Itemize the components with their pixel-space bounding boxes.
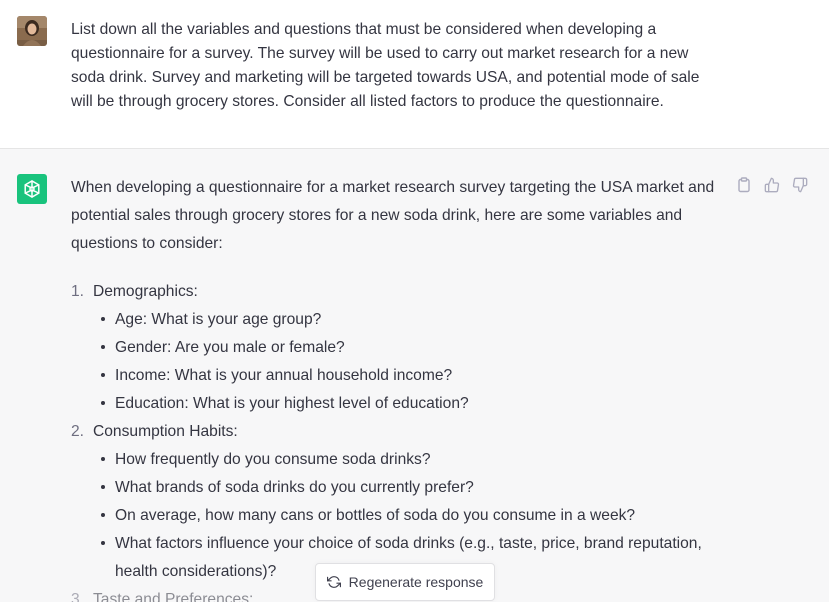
refresh-icon [326, 576, 341, 588]
reply-intro: When developing a questionnaire for a ma… [71, 179, 715, 252]
user-avatar-photo [17, 16, 47, 46]
copy-button[interactable] [735, 176, 753, 194]
list-item: On average, how many cans or bottles of … [71, 502, 731, 530]
list-item: Income: What is your annual household in… [71, 362, 731, 390]
section-number: 2. [71, 423, 85, 440]
openai-logo-icon [17, 174, 47, 204]
section-number: 3. [71, 591, 85, 602]
thumbs-up-icon [764, 177, 780, 193]
list-item: Age: What is your age group? [71, 306, 731, 334]
thumbs-down-icon [792, 177, 808, 193]
regenerate-button[interactable]: Regenerate response [315, 563, 495, 601]
section-title: Consumption Habits: [93, 423, 238, 440]
user-avatar [17, 16, 47, 46]
list-item: What brands of soda drinks do you curren… [71, 474, 731, 502]
list-item: Education: What is your highest level of… [71, 390, 731, 418]
user-message: List down all the variables and question… [0, 0, 829, 149]
section-title: Demographics: [93, 283, 198, 300]
bullet-list: Age: What is your age group? Gender: Are… [71, 306, 731, 418]
assistant-message: When developing a questionnaire for a ma… [0, 150, 829, 602]
section-heading: 1. Demographics: [71, 278, 731, 306]
assistant-reply: When developing a questionnaire for a ma… [71, 174, 731, 602]
thumbs-down-button[interactable] [791, 176, 809, 194]
regenerate-label: Regenerate response [348, 574, 484, 590]
section-number: 1. [71, 283, 85, 300]
message-actions [735, 176, 809, 194]
section-consumption-habits: 2. Consumption Habits: How frequently do… [71, 418, 731, 586]
section-title: Taste and Preferences: [93, 591, 254, 602]
section-demographics: 1. Demographics: Age: What is your age g… [71, 278, 731, 418]
list-item: Gender: Are you male or female? [71, 334, 731, 362]
thumbs-up-button[interactable] [763, 176, 781, 194]
user-message-text: List down all the variables and question… [71, 21, 700, 110]
question-list: 1. Demographics: Age: What is your age g… [71, 278, 731, 602]
section-heading: 2. Consumption Habits: [71, 418, 731, 446]
list-item: How frequently do you consume soda drink… [71, 446, 731, 474]
copy-icon [738, 177, 750, 193]
